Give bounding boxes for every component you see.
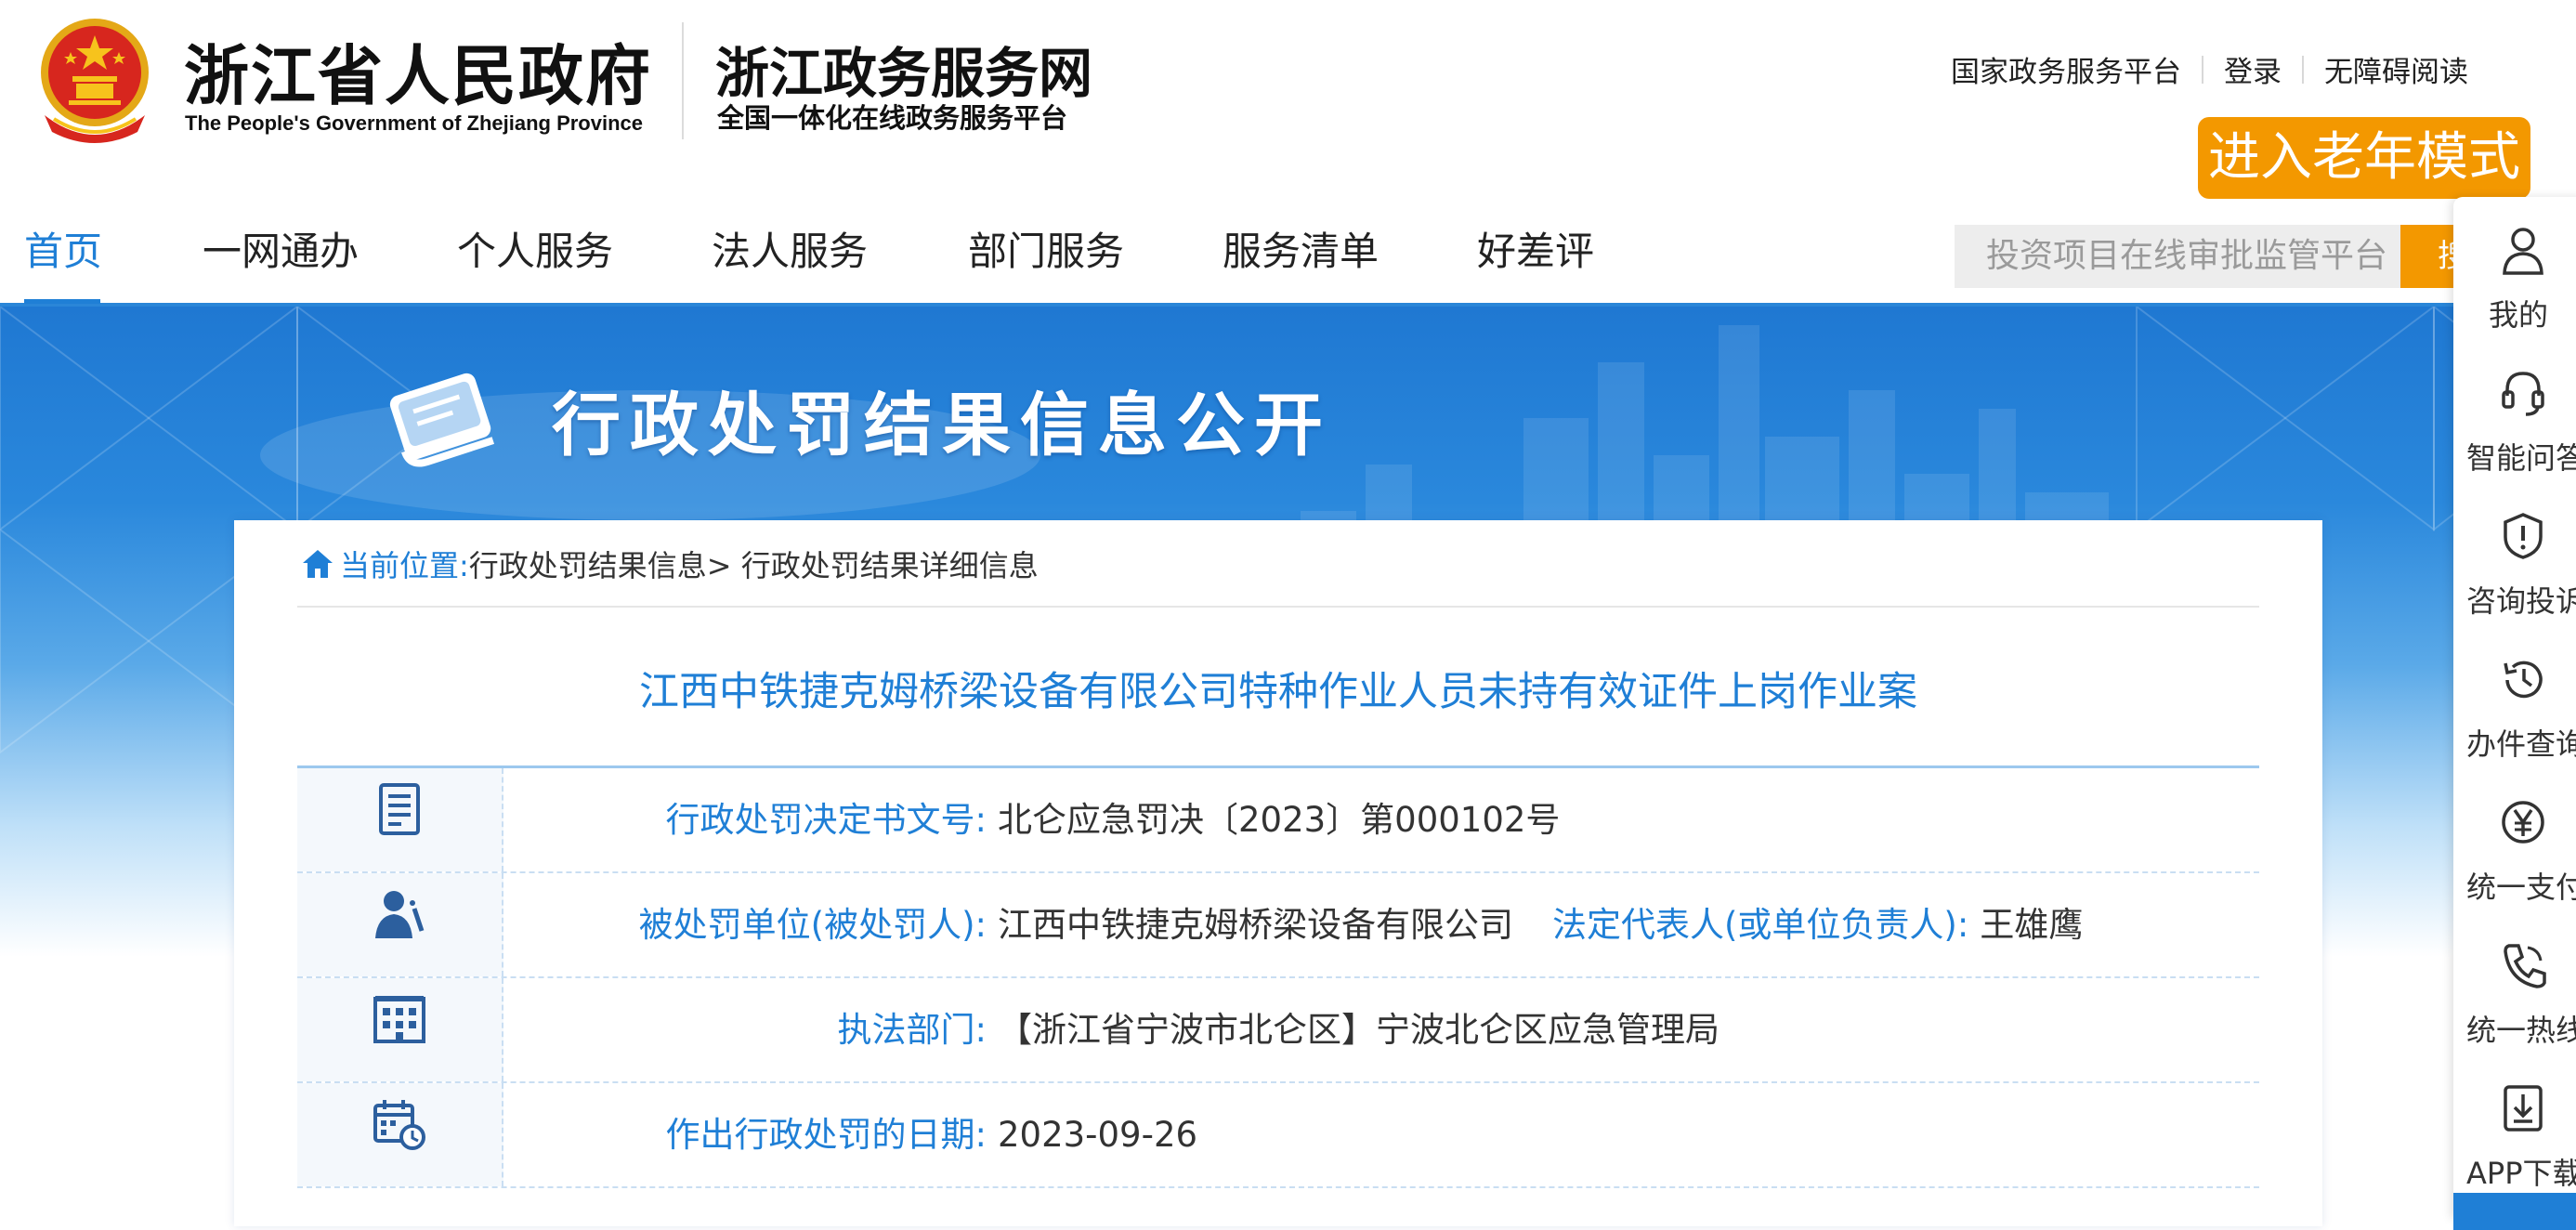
download-icon	[2504, 1085, 2543, 1132]
nav-item-rating[interactable]: 好差评	[1477, 219, 1594, 305]
penalty-date-value: 2023-09-26	[998, 1115, 1198, 1155]
penalized-party-label: 被处罚单位(被处罚人):	[638, 905, 987, 945]
national-emblem-icon[interactable]	[35, 15, 154, 143]
elder-mode-button[interactable]: 进入老年模式	[2198, 117, 2530, 199]
nav-item-home[interactable]: 首页	[24, 219, 102, 305]
row-icon-cell	[297, 1083, 503, 1186]
history-icon	[2504, 661, 2543, 699]
nav-item-personal[interactable]: 个人服务	[457, 219, 613, 305]
user-icon	[2503, 228, 2543, 275]
sidebar-item-payment[interactable]: 统一支付	[2453, 779, 2576, 918]
sidebar-item-mine[interactable]: 我的	[2453, 206, 2576, 346]
breadcrumb: 当前位置: 行政处罚结果信息> 行政处罚结果详细信息	[301, 543, 1039, 585]
calendar-icon	[373, 1100, 425, 1150]
sidebar-label: APP下载	[2466, 1156, 2576, 1191]
national-platform-link[interactable]: 国家政务服务平台	[1951, 48, 2181, 90]
department-label: 执法部门:	[837, 1010, 987, 1050]
person-icon	[375, 891, 425, 938]
right-sidebar: 我的 智能问答 咨询投诉 办件查询 统一支付 统一热线 APP下载	[2453, 197, 2576, 1230]
row-content: 作出行政处罚的日期: 2023-09-26	[503, 1083, 1198, 1186]
breadcrumb-label: 当前位置:	[340, 548, 469, 583]
yuan-icon	[2502, 801, 2544, 844]
nav-item-one-network[interactable]: 一网通办	[203, 219, 359, 305]
accessibility-link[interactable]: 无障碍阅读	[2324, 48, 2468, 90]
department-value: 【浙江省宁波市北仑区】宁波北仑区应急管理局	[998, 1010, 1720, 1050]
login-link[interactable]: 登录	[2224, 48, 2282, 90]
sidebar-item-hotline[interactable]: 统一热线	[2453, 922, 2576, 1061]
breadcrumb-path[interactable]: 行政处罚结果信息> 行政处罚结果详细信息	[469, 543, 1039, 585]
row-icon-cell	[297, 978, 503, 1081]
row-content: 行政处罚决定书文号: 北仑应急罚决〔2023〕第000102号	[503, 768, 1561, 871]
search-input[interactable]: 投资项目在线审批监管平台	[1955, 225, 2400, 288]
table-row: 作出行政处罚的日期: 2023-09-26	[297, 1083, 2259, 1188]
table-row: 行政处罚决定书文号: 北仑应急罚决〔2023〕第000102号	[297, 768, 2259, 873]
link-separator	[2202, 55, 2203, 84]
table-row: 执法部门: 【浙江省宁波市北仑区】宁波北仑区应急管理局	[297, 978, 2259, 1083]
sidebar-label: 办件查询	[2466, 726, 2576, 762]
row-content: 被处罚单位(被处罚人): 江西中铁捷克姆桥梁设备有限公司 法定代表人(或单位负责人)…	[503, 873, 2084, 976]
sidebar-label: 统一支付	[2466, 870, 2576, 905]
detail-card: 当前位置: 行政处罚结果信息> 行政处罚结果详细信息 江西中铁捷克姆桥梁设备有限…	[234, 520, 2322, 1226]
sidebar-item-smart-qa[interactable]: 智能问答	[2453, 349, 2576, 489]
nav-item-service-list[interactable]: 服务清单	[1223, 219, 1379, 305]
top-links: 国家政务服务平台 登录 无障碍阅读	[1951, 48, 2468, 90]
shield-alert-icon	[2504, 513, 2543, 559]
nav-active-underline	[24, 299, 100, 304]
nav-item-corporate[interactable]: 法人服务	[712, 219, 868, 305]
sidebar-item-case-query[interactable]: 办件查询	[2453, 635, 2576, 775]
home-icon	[303, 550, 333, 578]
building-icon	[373, 996, 425, 1043]
legal-representative-label: 法定代表人(或单位负责人):	[1552, 905, 1969, 945]
sidebar-item-app-download[interactable]: APP下载	[2453, 1065, 2576, 1204]
sidebar-label: 统一热线	[2466, 1013, 2576, 1048]
sidebar-label: 咨询投诉	[2466, 583, 2576, 619]
legal-representative-value: 王雄鹰	[1980, 905, 2084, 945]
sidebar-label: 智能问答	[2466, 440, 2576, 476]
gov-english-title: The People's Government of Zhejiang Prov…	[185, 111, 644, 135]
breadcrumb-divider	[297, 606, 2259, 608]
row-icon-cell	[297, 873, 503, 976]
gov-title[interactable]: 浙江省人民政府	[184, 24, 652, 118]
table-row: 被处罚单位(被处罚人): 江西中铁捷克姆桥梁设备有限公司 法定代表人(或单位负责人)…	[297, 873, 2259, 978]
sidebar-bottom-tab[interactable]	[2453, 1193, 2576, 1230]
penalty-date-label: 作出行政处罚的日期:	[665, 1115, 987, 1155]
info-table: 行政处罚决定书文号: 北仑应急罚决〔2023〕第000102号 被处罚单位(被处罚…	[297, 765, 2259, 1188]
header-divider	[682, 22, 684, 139]
phone-icon	[2504, 944, 2546, 988]
decision-number-label: 行政处罚决定书文号:	[665, 800, 987, 840]
row-content: 执法部门: 【浙江省宁波市北仑区】宁波北仑区应急管理局	[503, 978, 1720, 1081]
banner-title: 行政处罚结果信息公开	[552, 386, 1332, 465]
site-header: 浙江省人民政府 The People's Government of Zheji…	[0, 0, 2576, 199]
headset-icon	[2502, 372, 2544, 416]
penalized-party-value: 江西中铁捷克姆桥梁设备有限公司	[998, 905, 1513, 945]
row-icon-cell	[297, 768, 503, 871]
document-icon	[379, 783, 420, 835]
book-icon	[389, 373, 495, 467]
case-title: 江西中铁捷克姆桥梁设备有限公司特种作业人员未持有效证件上岗作业案	[639, 669, 1917, 715]
nav-item-department[interactable]: 部门服务	[968, 219, 1124, 305]
link-separator	[2302, 55, 2304, 84]
site-subtitle: 全国一体化在线政务服务平台	[717, 102, 1068, 134]
sidebar-label: 我的	[2489, 297, 2549, 333]
decision-number-value: 北仑应急罚决〔2023〕第000102号	[998, 800, 1561, 840]
sidebar-item-complaint[interactable]: 咨询投诉	[2453, 492, 2576, 632]
